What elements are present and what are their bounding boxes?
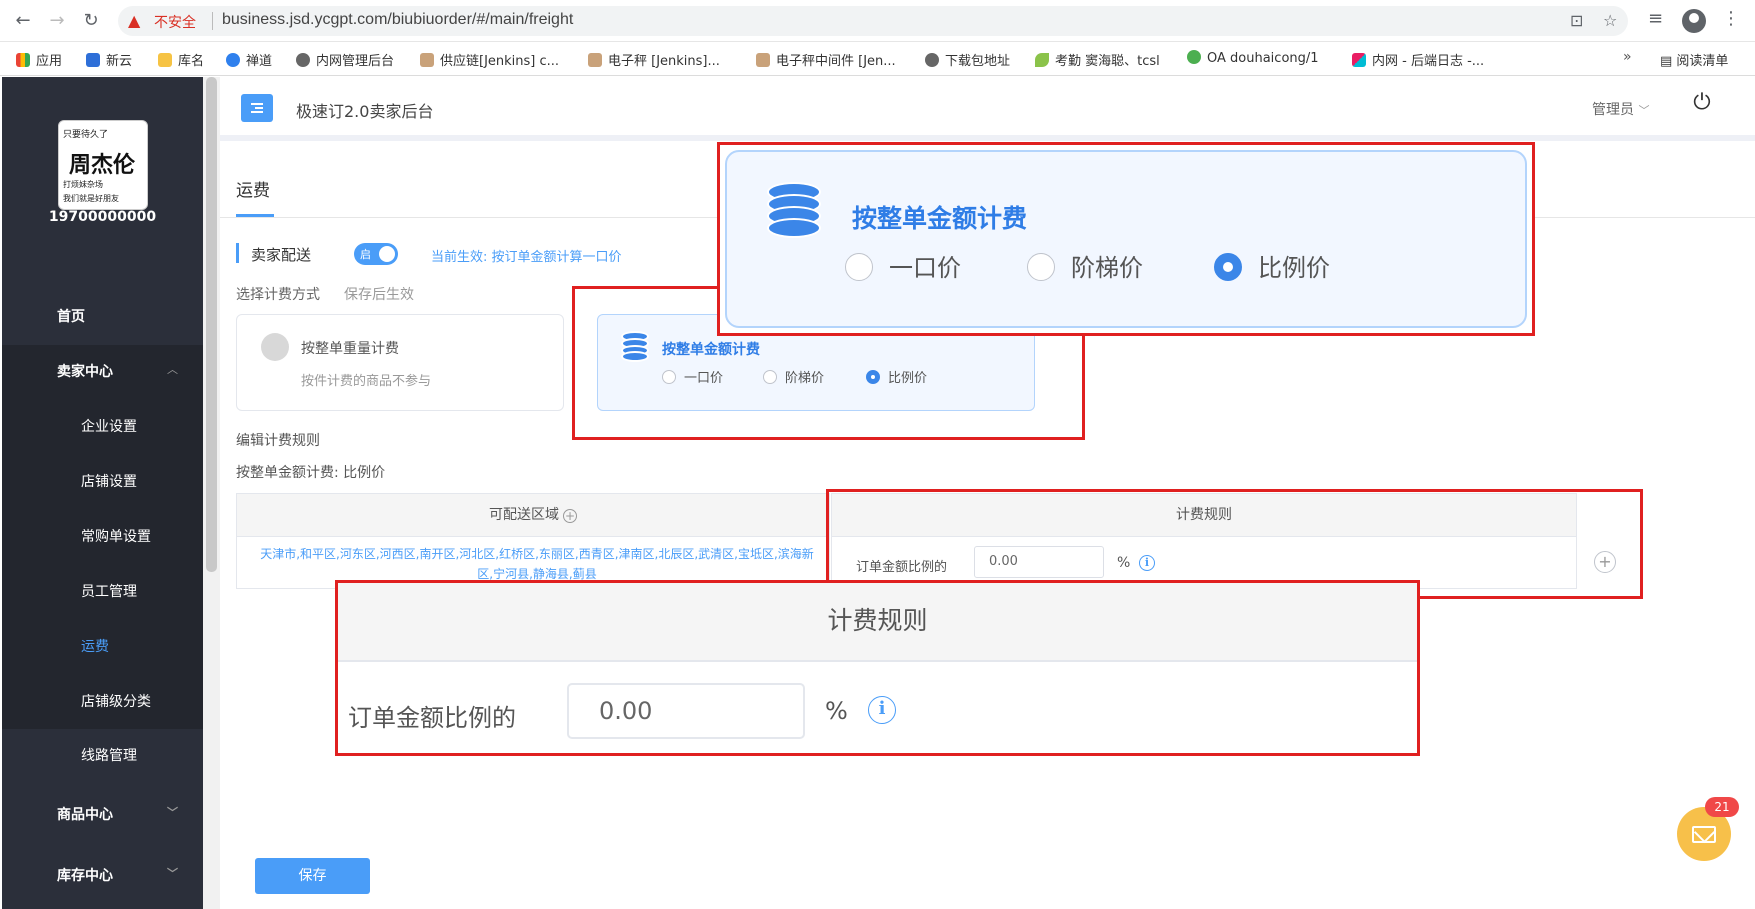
sidebar-item-shop-category[interactable]: 店铺级分类: [2, 675, 203, 725]
admin-dropdown[interactable]: 管理员 ﹀: [1592, 99, 1649, 119]
reading-list[interactable]: ▤ 阅读清单: [1660, 50, 1728, 69]
bookmark-apps[interactable]: 应用: [16, 50, 62, 69]
add-area-icon[interactable]: +: [563, 509, 577, 523]
reading-list-icon: ▤: [1660, 54, 1677, 69]
sidebar-group-seller: 卖家中心 ︿ 企业设置 店铺设置 常购单设置 员工管理 运费 店铺级分类: [2, 345, 203, 729]
section-marker: [236, 243, 239, 263]
rules-subtitle: 按整单金额计费: 比例价: [236, 465, 386, 481]
back-icon[interactable]: ←: [12, 10, 34, 32]
sidebar-item-route[interactable]: 线路管理: [2, 729, 203, 779]
sidebar-item-freight[interactable]: 运费: [2, 620, 203, 670]
translate-icon[interactable]: ⊡: [1570, 11, 1583, 30]
more-menu-icon[interactable]: ⋮: [1722, 8, 1740, 29]
bookmark-scale-middleware[interactable]: 电子秤中间件 [Jen...: [756, 50, 896, 69]
security-label: 不安全: [154, 15, 196, 31]
bookmarks-bar: 应用 新云 库名 禅道 内网管理后台 供应链[Jenkins] c... 电子秤…: [0, 42, 1755, 76]
area-table-header: 可配送区域 +: [237, 494, 829, 537]
sidebar-item-frequent-order[interactable]: 常购单设置: [2, 510, 203, 560]
bookmark-oa[interactable]: OA douhaicong/1: [1187, 50, 1319, 66]
address-separator: [212, 12, 213, 30]
sidebar-item-staff[interactable]: 员工管理: [2, 565, 203, 615]
warning-icon: ▲: [128, 11, 141, 30]
seller-delivery-label: 卖家配送: [251, 246, 312, 264]
bookmark-chandao[interactable]: 禅道: [226, 50, 272, 69]
url-text[interactable]: business.jsd.ycgpt.com/biubiuorder/#/mai…: [222, 11, 573, 29]
sidebar-scrollbar[interactable]: [203, 77, 220, 909]
bookmark-supply-jenkins[interactable]: 供应链[Jenkins] c...: [420, 50, 559, 69]
chandao-icon: [226, 53, 240, 67]
leaf-icon: [1035, 53, 1049, 67]
browser-toolbar: ← → ↻ ▲ 不安全 business.jsd.ycgpt.com/biubi…: [0, 0, 1755, 42]
jenkins-icon: [420, 53, 434, 67]
reload-icon[interactable]: ↻: [80, 10, 102, 32]
menu-icon-line: [251, 111, 263, 113]
chevron-down-icon: ﹀: [167, 806, 178, 819]
folder-icon: [158, 53, 172, 67]
annotation-box-zoom-rule: [335, 580, 1420, 756]
jenkins-icon: [756, 53, 770, 67]
app-title: 极速订2.0卖家后台: [296, 102, 434, 121]
chevron-down-icon: ﹀: [167, 867, 178, 880]
chat-badge: 21: [1705, 797, 1739, 817]
sidebar-item-company-settings[interactable]: 企业设置: [2, 400, 203, 450]
bookmark-xinyun[interactable]: 新云: [86, 50, 132, 69]
bookmarks-more[interactable]: »: [1623, 49, 1632, 65]
profile-avatar[interactable]: [1682, 9, 1706, 33]
power-icon[interactable]: ⏻: [1690, 91, 1714, 115]
shop-logo: 只要待久了 周杰伦 打烦妹杂场 我们就是好朋友: [58, 120, 148, 210]
gear-icon: [1187, 50, 1201, 64]
chevron-up-icon: ︿: [167, 363, 178, 376]
seller-delivery-toggle[interactable]: 启: [354, 243, 398, 265]
area-list-link[interactable]: 天津市,和平区,河东区,河西区,南开区,河北区,红桥区,东丽区,西青区,津南区,…: [257, 544, 817, 584]
tab-freight[interactable]: 运费: [236, 176, 270, 201]
billing-mode-hint: 保存后生效: [344, 287, 414, 303]
bookmark-backend-log[interactable]: 内网 - 后端日志 -...: [1352, 50, 1484, 69]
xinyun-icon: [86, 53, 100, 67]
toggle-knob: [379, 246, 395, 262]
weight-icon: [261, 333, 289, 361]
chevron-down-icon: ﹀: [1638, 104, 1650, 117]
globe-icon: [925, 53, 939, 67]
annotation-box-zoom-card: [717, 142, 1535, 336]
star-icon[interactable]: ☆: [1603, 11, 1617, 30]
app-header: 极速订2.0卖家后台 管理员 ﹀ ⏻: [220, 77, 1755, 141]
globe-icon: [296, 53, 310, 67]
sidebar-item-home[interactable]: 首页: [2, 290, 203, 340]
bookmark-download[interactable]: 下载包地址: [925, 50, 1010, 69]
bookmark-scale-jenkins[interactable]: 电子秤 [Jenkins]...: [588, 50, 720, 69]
menu-icon: [251, 103, 263, 105]
save-button[interactable]: 保存: [255, 858, 370, 894]
bookmark-kuming[interactable]: 库名: [158, 50, 204, 69]
forward-icon[interactable]: →: [46, 10, 68, 32]
sidebar: 只要待久了 周杰伦 打烦妹杂场 我们就是好朋友 19700000000 首页 卖…: [2, 77, 203, 909]
apps-grid-icon: [16, 53, 30, 67]
menu-toggle-button[interactable]: [241, 94, 273, 122]
sidebar-item-product-center[interactable]: 商品中心 ﹀: [2, 788, 203, 838]
bookmark-attendance[interactable]: 考勤 窦海聪、tcsl: [1035, 50, 1160, 69]
delivery-area-table: 可配送区域 + 天津市,和平区,河东区,河西区,南开区,河北区,红桥区,东丽区,西…: [236, 493, 830, 589]
weight-billing-card[interactable]: 按整单重量计费 按件计费的商品不参与: [236, 314, 564, 411]
sidebar-item-seller-center[interactable]: 卖家中心 ︿: [2, 345, 203, 395]
jenkins-icon: [588, 53, 602, 67]
edit-rules-title: 编辑计费规则: [236, 433, 320, 449]
billing-mode-label: 选择计费方式: [236, 287, 320, 303]
playlist-icon[interactable]: ≡: [1648, 8, 1663, 29]
sidebar-item-inventory-center[interactable]: 库存中心 ﹀: [2, 849, 203, 899]
sidebar-item-shop-settings[interactable]: 店铺设置: [2, 455, 203, 505]
sidebar-user: 19700000000: [48, 209, 157, 225]
current-effective-text: 当前生效: 按订单金额计算一口价: [431, 250, 622, 265]
scrollbar-thumb[interactable]: [206, 77, 217, 572]
menu-icon-line: [255, 107, 263, 109]
bookmark-intranet-admin[interactable]: 内网管理后台: [296, 50, 394, 69]
kibana-icon: [1352, 53, 1366, 67]
mail-icon: [1692, 826, 1716, 843]
address-bar[interactable]: ▲ 不安全 business.jsd.ycgpt.com/biubiuorder…: [118, 6, 1628, 36]
